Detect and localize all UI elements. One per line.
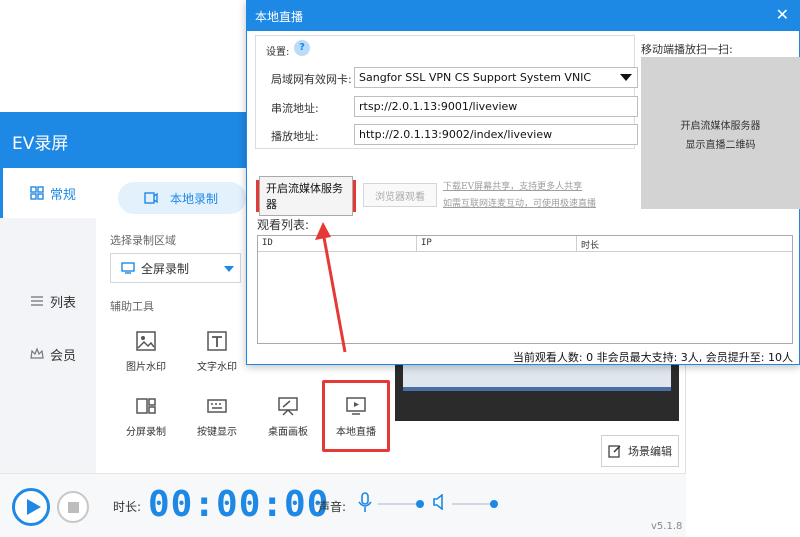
viewer-status: 当前观看人数: 0 非会员最大支持: 3人, 会员提升至: 10人 (512, 351, 793, 364)
settings-label: 设置: (266, 47, 290, 58)
qr-hint-line2: 显示直播二维码 (685, 140, 756, 151)
tab-label: 本地录制 (170, 191, 219, 206)
live-screen-icon (346, 397, 366, 415)
mic-volume-knob[interactable] (416, 500, 424, 508)
settings-group: 设置: ? 局域网有效网卡: Sangfor SSL VPN CS Suppor… (255, 35, 638, 149)
app-title: EV录屏 (12, 134, 69, 154)
tool-label: 本地直播 (336, 427, 376, 438)
fast-live-link[interactable]: 如需互联网连麦互动，可使用极速直播 (443, 196, 596, 209)
sidebar: 常规 列表 会员 (0, 168, 96, 473)
edit-icon (608, 445, 621, 458)
sidebar-item-general[interactable]: 常规 (0, 168, 96, 218)
screen-share-link[interactable]: 下载EV屏幕共享，支持更多人共享 (443, 179, 582, 192)
sidebar-item-label: 会员 (50, 348, 77, 364)
text-icon (207, 331, 227, 351)
image-icon (136, 331, 156, 351)
screen-preview (395, 365, 679, 421)
crown-icon (30, 347, 44, 359)
play-button[interactable] (12, 488, 50, 526)
tool-local-live[interactable]: 本地直播 (322, 380, 390, 452)
column-header-ip: IP (421, 238, 432, 248)
microphone-icon[interactable] (358, 492, 372, 514)
tool-split-screen[interactable]: 分屏录制 (111, 389, 181, 449)
duration-label: 时长: (113, 500, 142, 514)
video-icon (144, 192, 158, 204)
tool-image-watermark[interactable]: 图片水印 (111, 324, 181, 384)
whiteboard-icon (278, 397, 298, 416)
preview-taskbar (403, 387, 671, 391)
keyboard-icon (207, 399, 227, 413)
scene-edit-button[interactable]: 场景编辑 (601, 435, 679, 467)
play-url-field[interactable] (354, 124, 638, 145)
tool-text-watermark[interactable]: 文字水印 (182, 324, 252, 384)
dialog-titlebar: 本地直播 ✕ (247, 1, 799, 31)
nic-value: Sangfor SSL VPN CS Support System VNIC (359, 71, 592, 84)
start-media-server-label: 开启流媒体服务器 (259, 176, 353, 216)
tool-label: 按键显示 (197, 427, 237, 438)
record-region-value: 全屏录制 (141, 261, 190, 276)
viewer-table-header: ID IP 时长 (258, 236, 792, 252)
control-bar: 时长: 00:00:00 声音: v5.1.8 (0, 473, 686, 537)
local-live-dialog: 本地直播 ✕ 设置: ? 局域网有效网卡: Sangfor SSL VPN CS… (246, 0, 800, 365)
tool-label: 桌面画板 (268, 427, 308, 438)
scene-edit-label: 场景编辑 (628, 445, 672, 458)
browser-view-label: 浏览器观看 (375, 191, 425, 203)
nic-select[interactable]: Sangfor SSL VPN CS Support System VNIC (354, 67, 638, 88)
qr-hint-line1: 开启流媒体服务器 (680, 121, 761, 132)
tool-label: 文字水印 (197, 362, 237, 373)
sound-label: 声音: (318, 500, 347, 514)
list-icon (31, 296, 43, 306)
tools-section-label: 辅助工具 (110, 300, 154, 313)
duration-timer: 00:00:00 (148, 484, 330, 525)
column-header-id: ID (262, 238, 273, 248)
tab-local-record[interactable]: 本地录制 (118, 182, 246, 214)
sidebar-item-label: 列表 (50, 295, 77, 311)
sidebar-item-list[interactable]: 列表 (0, 276, 96, 326)
tool-key-display[interactable]: 按键显示 (182, 389, 252, 449)
stop-button[interactable] (57, 491, 89, 523)
dialog-title: 本地直播 (255, 10, 304, 24)
push-url-label: 串流地址: (271, 102, 319, 115)
column-divider[interactable] (416, 236, 417, 252)
browser-view-button[interactable]: 浏览器观看 (363, 183, 437, 207)
caret-down-icon (620, 74, 632, 81)
start-media-server-button[interactable]: 开启流媒体服务器 (256, 176, 356, 216)
region-section-label: 选择录制区域 (110, 234, 176, 247)
tool-label: 图片水印 (126, 362, 166, 373)
play-url-label: 播放地址: (271, 130, 319, 143)
viewer-list-label: 观看列表: (257, 218, 310, 232)
tool-desktop-board[interactable]: 桌面画板 (253, 389, 323, 449)
monitor-icon (121, 262, 135, 274)
record-region-select[interactable]: 全屏录制 (110, 253, 241, 283)
tool-label: 分屏录制 (126, 427, 166, 438)
caret-down-icon (224, 266, 234, 272)
speaker-icon[interactable] (432, 494, 448, 510)
column-divider[interactable] (576, 236, 577, 252)
split-screen-icon (136, 398, 156, 414)
push-url-field[interactable] (354, 96, 638, 117)
close-icon[interactable]: ✕ (776, 5, 789, 24)
speaker-volume-knob[interactable] (490, 500, 498, 508)
column-header-duration: 时长 (581, 241, 600, 251)
help-icon[interactable]: ? (294, 40, 310, 56)
app-version: v5.1.8 (651, 521, 683, 532)
grid-icon (30, 186, 44, 200)
sidebar-item-label: 常规 (50, 187, 77, 203)
qr-section-label: 移动端播放扫一扫: (641, 43, 733, 56)
viewer-table: ID IP 时长 (257, 235, 793, 344)
sidebar-item-member[interactable]: 会员 (0, 329, 96, 379)
preview-desktop (403, 365, 671, 387)
nic-label: 局域网有效网卡: (271, 73, 352, 86)
qr-placeholder: 开启流媒体服务器 显示直播二维码 (641, 57, 800, 209)
